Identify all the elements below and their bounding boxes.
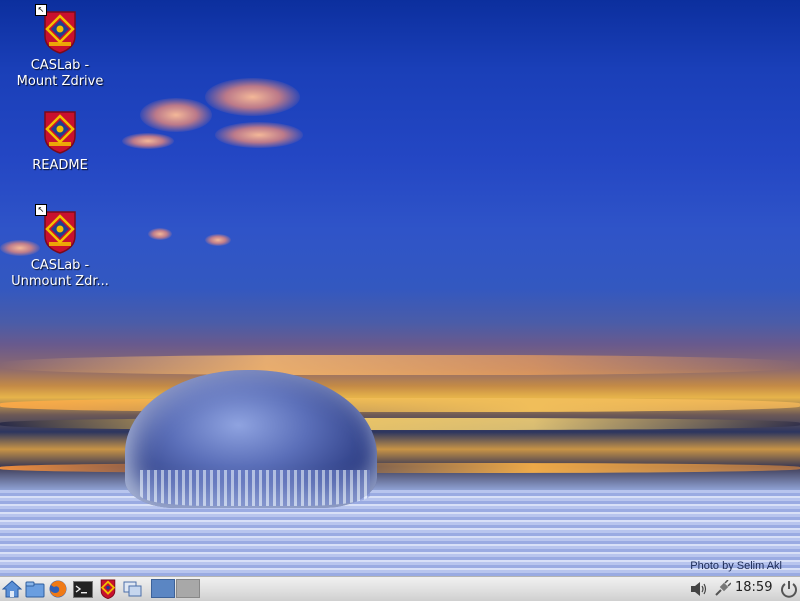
desktop-icon-caslab-unmount[interactable]: ↖ CASLab - Unmount Zdr...	[0, 204, 120, 290]
photo-credit: Photo by Selim Akl	[690, 560, 782, 572]
sunset-streak	[0, 418, 800, 430]
desktop-icon-label: README	[32, 158, 88, 173]
clock[interactable]: 18:59	[735, 580, 772, 595]
cloud	[148, 228, 172, 240]
queens-crest-icon: ↖	[35, 204, 77, 254]
ice-drips	[140, 470, 370, 506]
pager-desktop-1[interactable]	[151, 579, 175, 598]
desktop-icon-caslab-mount[interactable]: ↖ CASLab - Mount Zdrive	[0, 4, 120, 90]
firefox-icon[interactable]	[47, 579, 69, 599]
desktop-background[interactable]: ↖ CASLab - Mount Zdrive README ↖ CASLab …	[0, 0, 800, 576]
window-switcher-icon[interactable]	[122, 579, 144, 599]
shortcut-arrow-icon: ↖	[35, 4, 47, 16]
pager-desktop-2[interactable]	[176, 579, 200, 598]
cloud	[122, 133, 174, 149]
terminal-icon[interactable]	[72, 579, 94, 599]
cloud	[205, 234, 231, 246]
sunset-streak	[0, 463, 800, 473]
power-icon[interactable]	[778, 579, 800, 599]
sunset-streak	[0, 355, 800, 375]
sea-water	[0, 490, 800, 576]
home-folder-icon[interactable]	[1, 579, 23, 599]
queens-crest-icon: ↖	[35, 4, 77, 54]
speaker-icon[interactable]	[688, 579, 710, 599]
queens-crest-icon[interactable]	[97, 579, 119, 599]
desktop-icon-label: CASLab - Unmount Zdr...	[11, 258, 109, 289]
cloud	[140, 98, 212, 132]
shortcut-arrow-icon: ↖	[35, 204, 47, 216]
queens-crest-icon	[43, 110, 77, 154]
sunset-streak	[0, 398, 800, 412]
cloud	[215, 122, 303, 148]
desktop-icon-label: CASLab - Mount Zdrive	[16, 58, 104, 89]
desktop-icon-readme[interactable]: README	[0, 110, 120, 174]
network-plug-icon[interactable]	[711, 579, 733, 599]
cloud	[205, 78, 300, 116]
file-manager-icon[interactable]	[24, 579, 46, 599]
taskbar: 18:59	[0, 576, 800, 601]
